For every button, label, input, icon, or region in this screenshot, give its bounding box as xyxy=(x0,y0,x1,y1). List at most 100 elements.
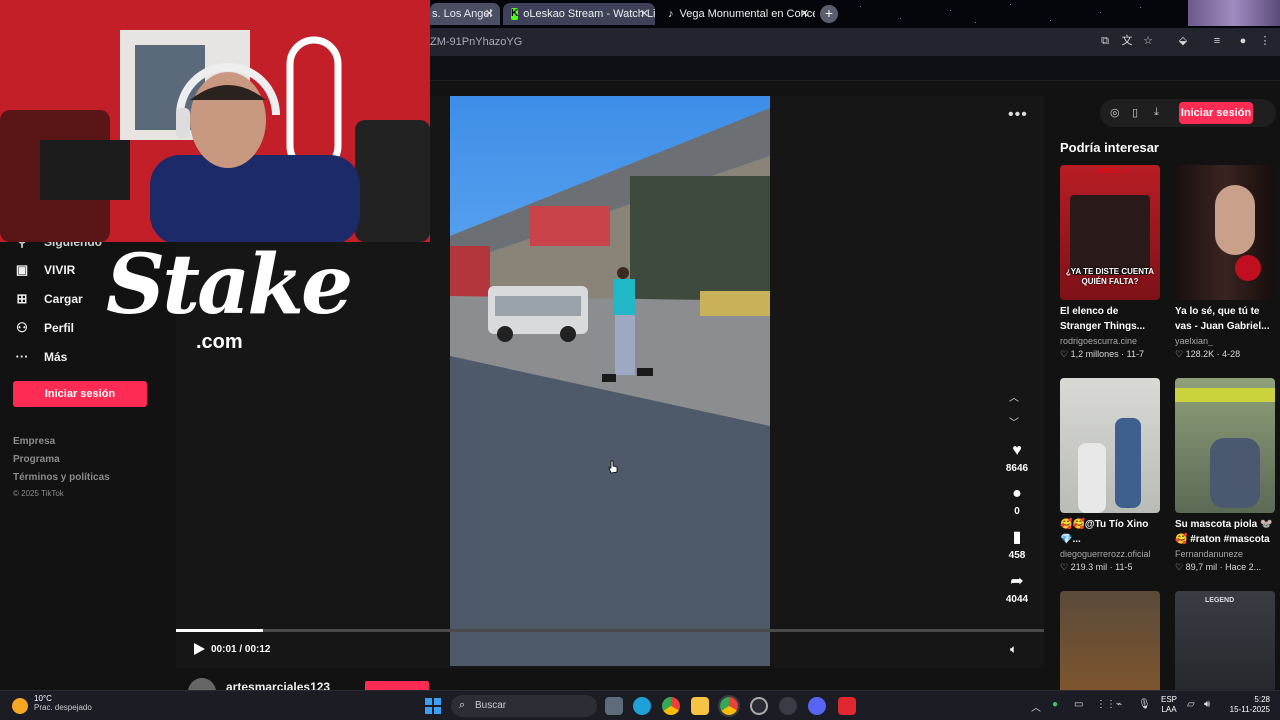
new-tab-button[interactable]: + xyxy=(820,5,838,23)
compass-icon[interactable]: ◎ xyxy=(1110,106,1120,119)
youtube-icon[interactable] xyxy=(838,697,856,715)
login-button[interactable]: Iniciar sesión xyxy=(13,381,147,407)
video-thumbnail[interactable] xyxy=(1175,165,1275,300)
close-icon[interactable]: ✕ xyxy=(640,7,649,20)
tray-grid-icon[interactable]: ⋮⋮ xyxy=(1096,699,1116,710)
avatar[interactable] xyxy=(188,678,216,690)
video-thumbnail[interactable] xyxy=(1060,591,1160,690)
video-thumbnail[interactable]: NETFLIX ¿YA TE DISTE CUENTA QUIÉN FALTA? xyxy=(1060,165,1160,300)
edge-icon[interactable] xyxy=(633,697,651,715)
like-count: 8646 xyxy=(1005,463,1029,474)
footer-link-terms[interactable]: Términos y políticas xyxy=(13,472,110,483)
video-card[interactable] xyxy=(1060,591,1160,690)
reading-list-icon[interactable]: ≡ xyxy=(1210,34,1224,48)
bus-rail xyxy=(1175,388,1275,402)
profile-icon: ⚇ xyxy=(16,320,28,335)
video-card[interactable]: LEGEND xyxy=(1175,591,1275,690)
tab-label: oLeskao Stream - Watch Live o xyxy=(523,8,655,20)
card-caption: El elenco de Stranger Things... xyxy=(1060,306,1146,332)
tab-los-angeles[interactable]: s. Los Angel ✕ xyxy=(430,3,500,25)
volume-icon[interactable]: 🔈︎ xyxy=(1010,642,1017,657)
card-author[interactable]: diegoguerrerozz.oficial xyxy=(1060,549,1160,559)
sidebar-item-live[interactable]: ▣ VIVIR xyxy=(14,262,76,278)
windows-start-icon[interactable] xyxy=(425,698,441,714)
weather-condition: Prac. despejado xyxy=(34,703,92,712)
url-text[interactable]: ZM-91PnYhazoYG xyxy=(430,36,522,48)
taskbar-search[interactable]: ⌕ Buscar xyxy=(451,695,597,717)
stake-domain: .com xyxy=(196,331,243,353)
extensions-icon[interactable]: ⬙ xyxy=(1176,34,1190,48)
menu-dots-icon[interactable]: ⋮ xyxy=(1258,34,1272,48)
video-card[interactable]: NETFLIX ¿YA TE DISTE CUENTA QUIÉN FALTA?… xyxy=(1060,165,1160,360)
video-thumbnail[interactable] xyxy=(1175,378,1275,513)
card-author[interactable]: yaelxian_ xyxy=(1175,336,1275,346)
card-caption: Ya lo sé, que tú te vas - Juan Gabriel..… xyxy=(1175,306,1270,332)
video-frame[interactable] xyxy=(450,96,770,666)
tray-chevron-icon[interactable]: ︿ xyxy=(1031,699,1041,714)
sidebar-item-upload[interactable]: ⊞ Cargar xyxy=(14,291,83,307)
tab-tiktok[interactable]: ♪ Vega Monumental en Concep ✕ xyxy=(660,3,815,25)
webcam-scene xyxy=(0,0,430,242)
play-icon[interactable] xyxy=(192,642,206,656)
download-icon[interactable]: ⤓ xyxy=(1154,106,1159,119)
weather-widget[interactable]: 10°C Prac. despejado xyxy=(12,694,92,714)
close-icon[interactable]: ✕ xyxy=(485,7,494,20)
obs-icon[interactable] xyxy=(750,697,768,715)
next-video-button[interactable]: ﹀ xyxy=(1009,414,1019,429)
thumbnail-brand: LEGEND xyxy=(1205,597,1235,604)
section-title: Podría interesar xyxy=(1060,140,1159,155)
tab-kick-stream[interactable]: K oLeskao Stream - Watch Live o ✕ xyxy=(503,3,655,25)
task-view-icon[interactable] xyxy=(605,697,623,715)
more-options-icon[interactable]: ••• xyxy=(1008,106,1028,124)
footer-link-program[interactable]: Programa xyxy=(13,454,60,465)
group-photo xyxy=(1070,195,1150,275)
comment-count: 0 xyxy=(1014,506,1020,517)
close-icon[interactable]: ✕ xyxy=(800,7,809,20)
chrome-icon[interactable] xyxy=(662,697,680,715)
bookmark-star-icon[interactable]: ☆ xyxy=(1141,34,1155,48)
video-thumbnail[interactable]: LEGEND xyxy=(1175,591,1275,690)
sidebar-item-more[interactable]: ··· Más xyxy=(14,349,68,364)
video-card[interactable]: 🥰🥰@Tu Tío Xino 💎... diegoguerrerozz.ofic… xyxy=(1060,378,1160,573)
card-author[interactable]: Fernandanuneze xyxy=(1175,549,1275,559)
login-button-top[interactable]: Iniciar sesión xyxy=(1179,102,1253,124)
progress-bar[interactable] xyxy=(176,629,1044,632)
author-name[interactable]: artesmarciales123 xyxy=(226,680,330,690)
file-explorer-icon[interactable] xyxy=(691,697,709,715)
microphone-icon[interactable]: 🎙︎ xyxy=(1138,699,1151,710)
sidebar-item-profile[interactable]: ⚇ Perfil xyxy=(14,320,74,336)
video-card[interactable]: Su mascota piola 🐭🥰 #raton #mascota Fern… xyxy=(1175,378,1275,573)
video-card[interactable]: Ya lo sé, que tú te vas - Juan Gabriel..… xyxy=(1175,165,1275,360)
sidebar-item-label: Más xyxy=(44,349,68,364)
video-time: 00:01 / 00:12 xyxy=(211,644,271,655)
like-action[interactable]: ♥ 8646 xyxy=(996,441,1038,474)
discord-icon[interactable] xyxy=(808,697,826,715)
wifi-icon[interactable]: ▱ xyxy=(1187,699,1195,710)
video-thumbnail[interactable] xyxy=(1060,378,1160,513)
media-player-icon[interactable] xyxy=(779,697,797,715)
heart-outline-icon: ♡ xyxy=(1060,562,1069,572)
network-icon[interactable]: ⌁ xyxy=(1116,699,1122,710)
tray-app-icon[interactable]: ▭ xyxy=(1074,699,1083,710)
sidebar-item-label: Perfil xyxy=(44,321,75,335)
language-indicator[interactable]: ESP LAA xyxy=(1161,695,1177,715)
system-clock[interactable]: 5:28 15-11-2025 xyxy=(1222,695,1270,715)
live-icon: ▣ xyxy=(15,262,29,277)
follow-button[interactable] xyxy=(365,681,429,690)
video-scene xyxy=(450,96,770,666)
previous-video-button[interactable]: ︿ xyxy=(1009,389,1019,404)
footer-link-company[interactable]: Empresa xyxy=(13,436,55,447)
device-icon[interactable]: ▯ xyxy=(1132,106,1138,119)
save-action[interactable]: ▮ 458 xyxy=(996,528,1038,561)
upload-icon: ⊞ xyxy=(16,291,28,306)
chrome-active-icon[interactable] xyxy=(718,695,740,717)
cast-icon[interactable]: ⧉ xyxy=(1098,34,1112,48)
status-dot-icon[interactable]: ● xyxy=(1052,699,1058,710)
person-figure xyxy=(1078,443,1106,513)
share-action[interactable]: ➦ 4044 xyxy=(996,572,1038,605)
translate-icon[interactable]: 文 xyxy=(1120,34,1134,48)
comment-action[interactable]: ● 0 xyxy=(996,484,1038,517)
profile-avatar-icon[interactable]: ● xyxy=(1236,34,1250,48)
card-author[interactable]: rodrigoescurra.cine xyxy=(1060,336,1160,346)
volume-tray-icon[interactable]: 🔊︎ xyxy=(1204,699,1210,710)
